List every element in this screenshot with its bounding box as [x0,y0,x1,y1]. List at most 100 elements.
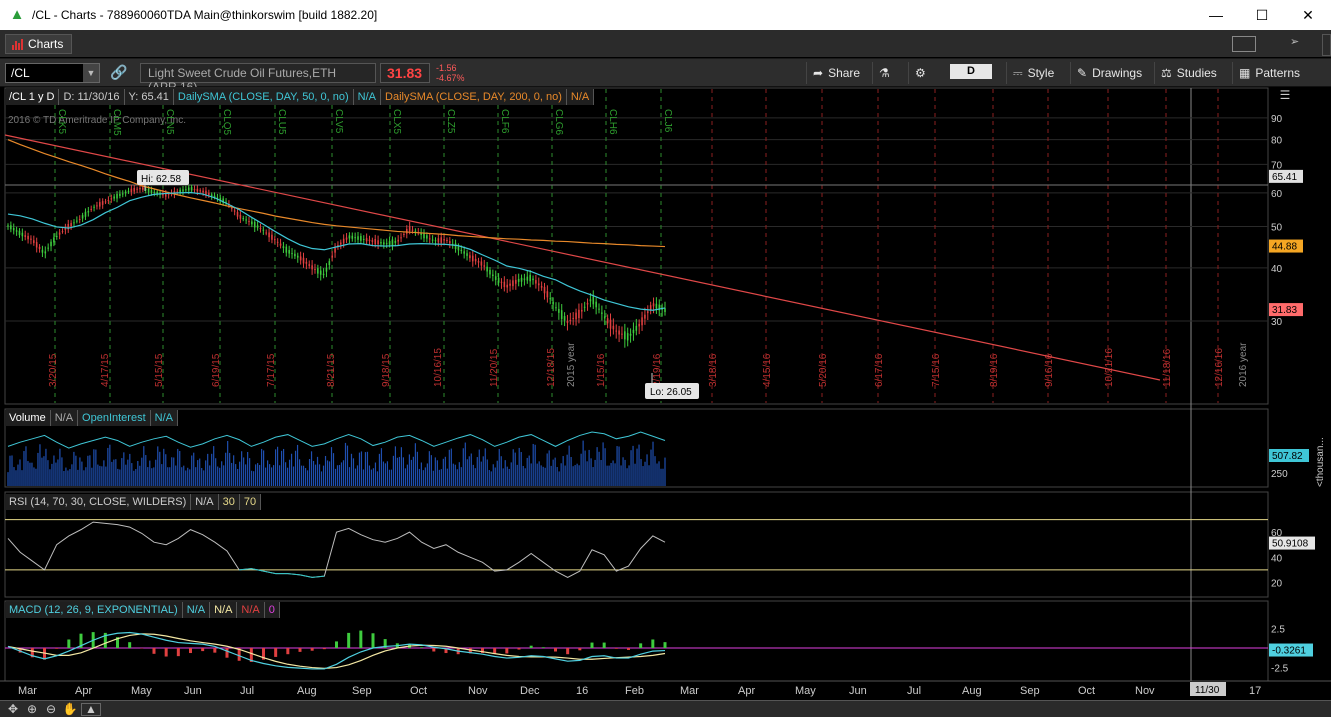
month-label: 16 [576,685,588,697]
hand-icon[interactable]: ✋ [62,702,78,716]
candle-body [285,246,288,253]
link-icon[interactable]: 🔗 [110,64,128,82]
cursor-date: D: 11/30/16 [59,89,125,105]
candle-body [408,226,411,231]
candle-body [317,268,319,274]
instrument-description: Light Sweet Crude Oil Futures,ETH (APR 1… [140,63,376,94]
symbol-selector[interactable]: /CL ▼ [5,63,100,83]
candle-body [296,255,299,258]
candle-body [578,309,580,318]
candle-body [569,320,572,322]
candle-body [130,188,133,193]
date-label: 8/21/15 [326,353,337,387]
candle-body [354,237,356,239]
window-layout-icon[interactable] [1232,36,1256,52]
month-label: Mar [680,685,699,697]
tab-charts[interactable]: Charts [5,34,73,54]
date-label: 10/21/16 [1104,348,1115,387]
open-interest-label[interactable]: OpenInterest [78,410,151,426]
volume-study-label[interactable]: Volume [5,410,51,426]
thinkorswim-logo-icon: ▲ [9,6,25,23]
chart-symbol-period[interactable]: /CL 1 y D [5,89,60,105]
share-button[interactable]: ➦ Share [806,62,866,84]
candle-body [7,225,9,227]
date-label: 9/18/15 [381,353,392,387]
expiration-label: CLX5 [391,109,402,134]
candle-body [279,243,282,246]
drawings-button[interactable]: ✎ Drawings [1070,62,1148,84]
candle-body [357,236,359,240]
scrollbar[interactable] [1322,34,1331,56]
candle-body [24,235,27,237]
candle-body [41,249,44,253]
candle-body [142,187,144,190]
candle-body [626,333,629,341]
price-tick-label: 30 [1271,317,1283,328]
candle-body [345,237,348,240]
candle-body [483,265,486,267]
candle-body [583,306,586,308]
month-label: Jun [849,685,867,697]
date-label: 10/16/15 [433,348,444,387]
aggregation-period-selector[interactable]: D [950,64,992,79]
candle-body [638,323,640,327]
candle-body [265,232,268,234]
style-button[interactable]: ⎓ Style [1006,62,1060,84]
pin-icon[interactable]: ➢ [1290,35,1299,48]
patterns-button-label: Patterns [1255,66,1301,80]
month-label: Nov [1135,685,1155,697]
date-label: 4/15/16 [762,353,773,387]
patterns-icon: ▦ [1239,66,1251,80]
price-tick-label: 40 [1271,264,1283,275]
macd-study-label[interactable]: MACD (12, 26, 9, EXPONENTIAL) [5,602,183,618]
candle-body [526,276,529,281]
pan-icon[interactable]: ✥ [5,702,21,716]
zoom-in-icon[interactable]: ⊕ [24,702,40,716]
close-icon[interactable]: ✕ [1285,0,1331,30]
chart-area[interactable]: 2016 © TD Ameritrade IP Company, Inc. CL… [0,87,1331,717]
expand-icon[interactable]: ▲ [81,702,101,716]
candle-body [492,274,494,277]
candle-body [208,192,210,196]
menu-icon[interactable]: ☰ [1274,89,1296,103]
drawings-button-label: Drawings [1092,66,1143,80]
volume-bars [7,440,666,486]
month-label: Jul [240,685,254,697]
settings-button[interactable]: ⚙ [908,62,932,84]
studies-button[interactable]: ⚖ Studies [1154,62,1223,84]
candle-body [575,312,577,320]
zoom-out-icon[interactable]: ⊖ [43,702,59,716]
expiration-label: CLQ5 [221,109,232,136]
candle-body [494,276,497,280]
date-label: 6/19/15 [211,353,222,387]
sma50-study-label[interactable]: DailySMA (CLOSE, DAY, 50, 0, no) [174,89,354,105]
candle-body [400,237,402,239]
price-tick-label: 90 [1271,114,1283,125]
volume-tick-250: 250 [1271,469,1288,480]
candle-body [397,239,399,242]
rsi-study-label[interactable]: RSI (14, 70, 30, CLOSE, WILDERS) [5,494,192,510]
chevron-down-icon[interactable]: ▼ [83,64,99,82]
maximize-icon[interactable]: ☐ [1239,0,1285,30]
candle-body [53,237,55,243]
candle-body [535,280,537,284]
date-label: 11/18/16 [1162,348,1173,387]
sma200-study-label[interactable]: DailySMA (CLOSE, DAY, 200, 0, no) [381,89,567,105]
date-label: 12/18/15 [546,348,557,387]
candle-body [78,219,81,221]
last-price: 31.83 [380,63,430,83]
candle-body [311,265,313,270]
window-title: /CL - Charts - 788960060TDA Main@thinkor… [32,8,378,22]
macd-tick-label: 2.5 [1271,625,1285,636]
candle-body [251,221,253,225]
price-tick-label: 60 [1271,189,1283,200]
candle-body [340,242,342,245]
candle-body [405,228,408,234]
candle-body [437,238,440,243]
patterns-button[interactable]: ▦ Patterns [1232,62,1306,84]
candle-body [199,190,202,192]
candle-body [598,308,600,310]
date-label: 6/17/16 [874,353,885,387]
studies-lab-button[interactable]: ⚗ [872,62,896,84]
minimize-icon[interactable]: — [1193,0,1239,30]
